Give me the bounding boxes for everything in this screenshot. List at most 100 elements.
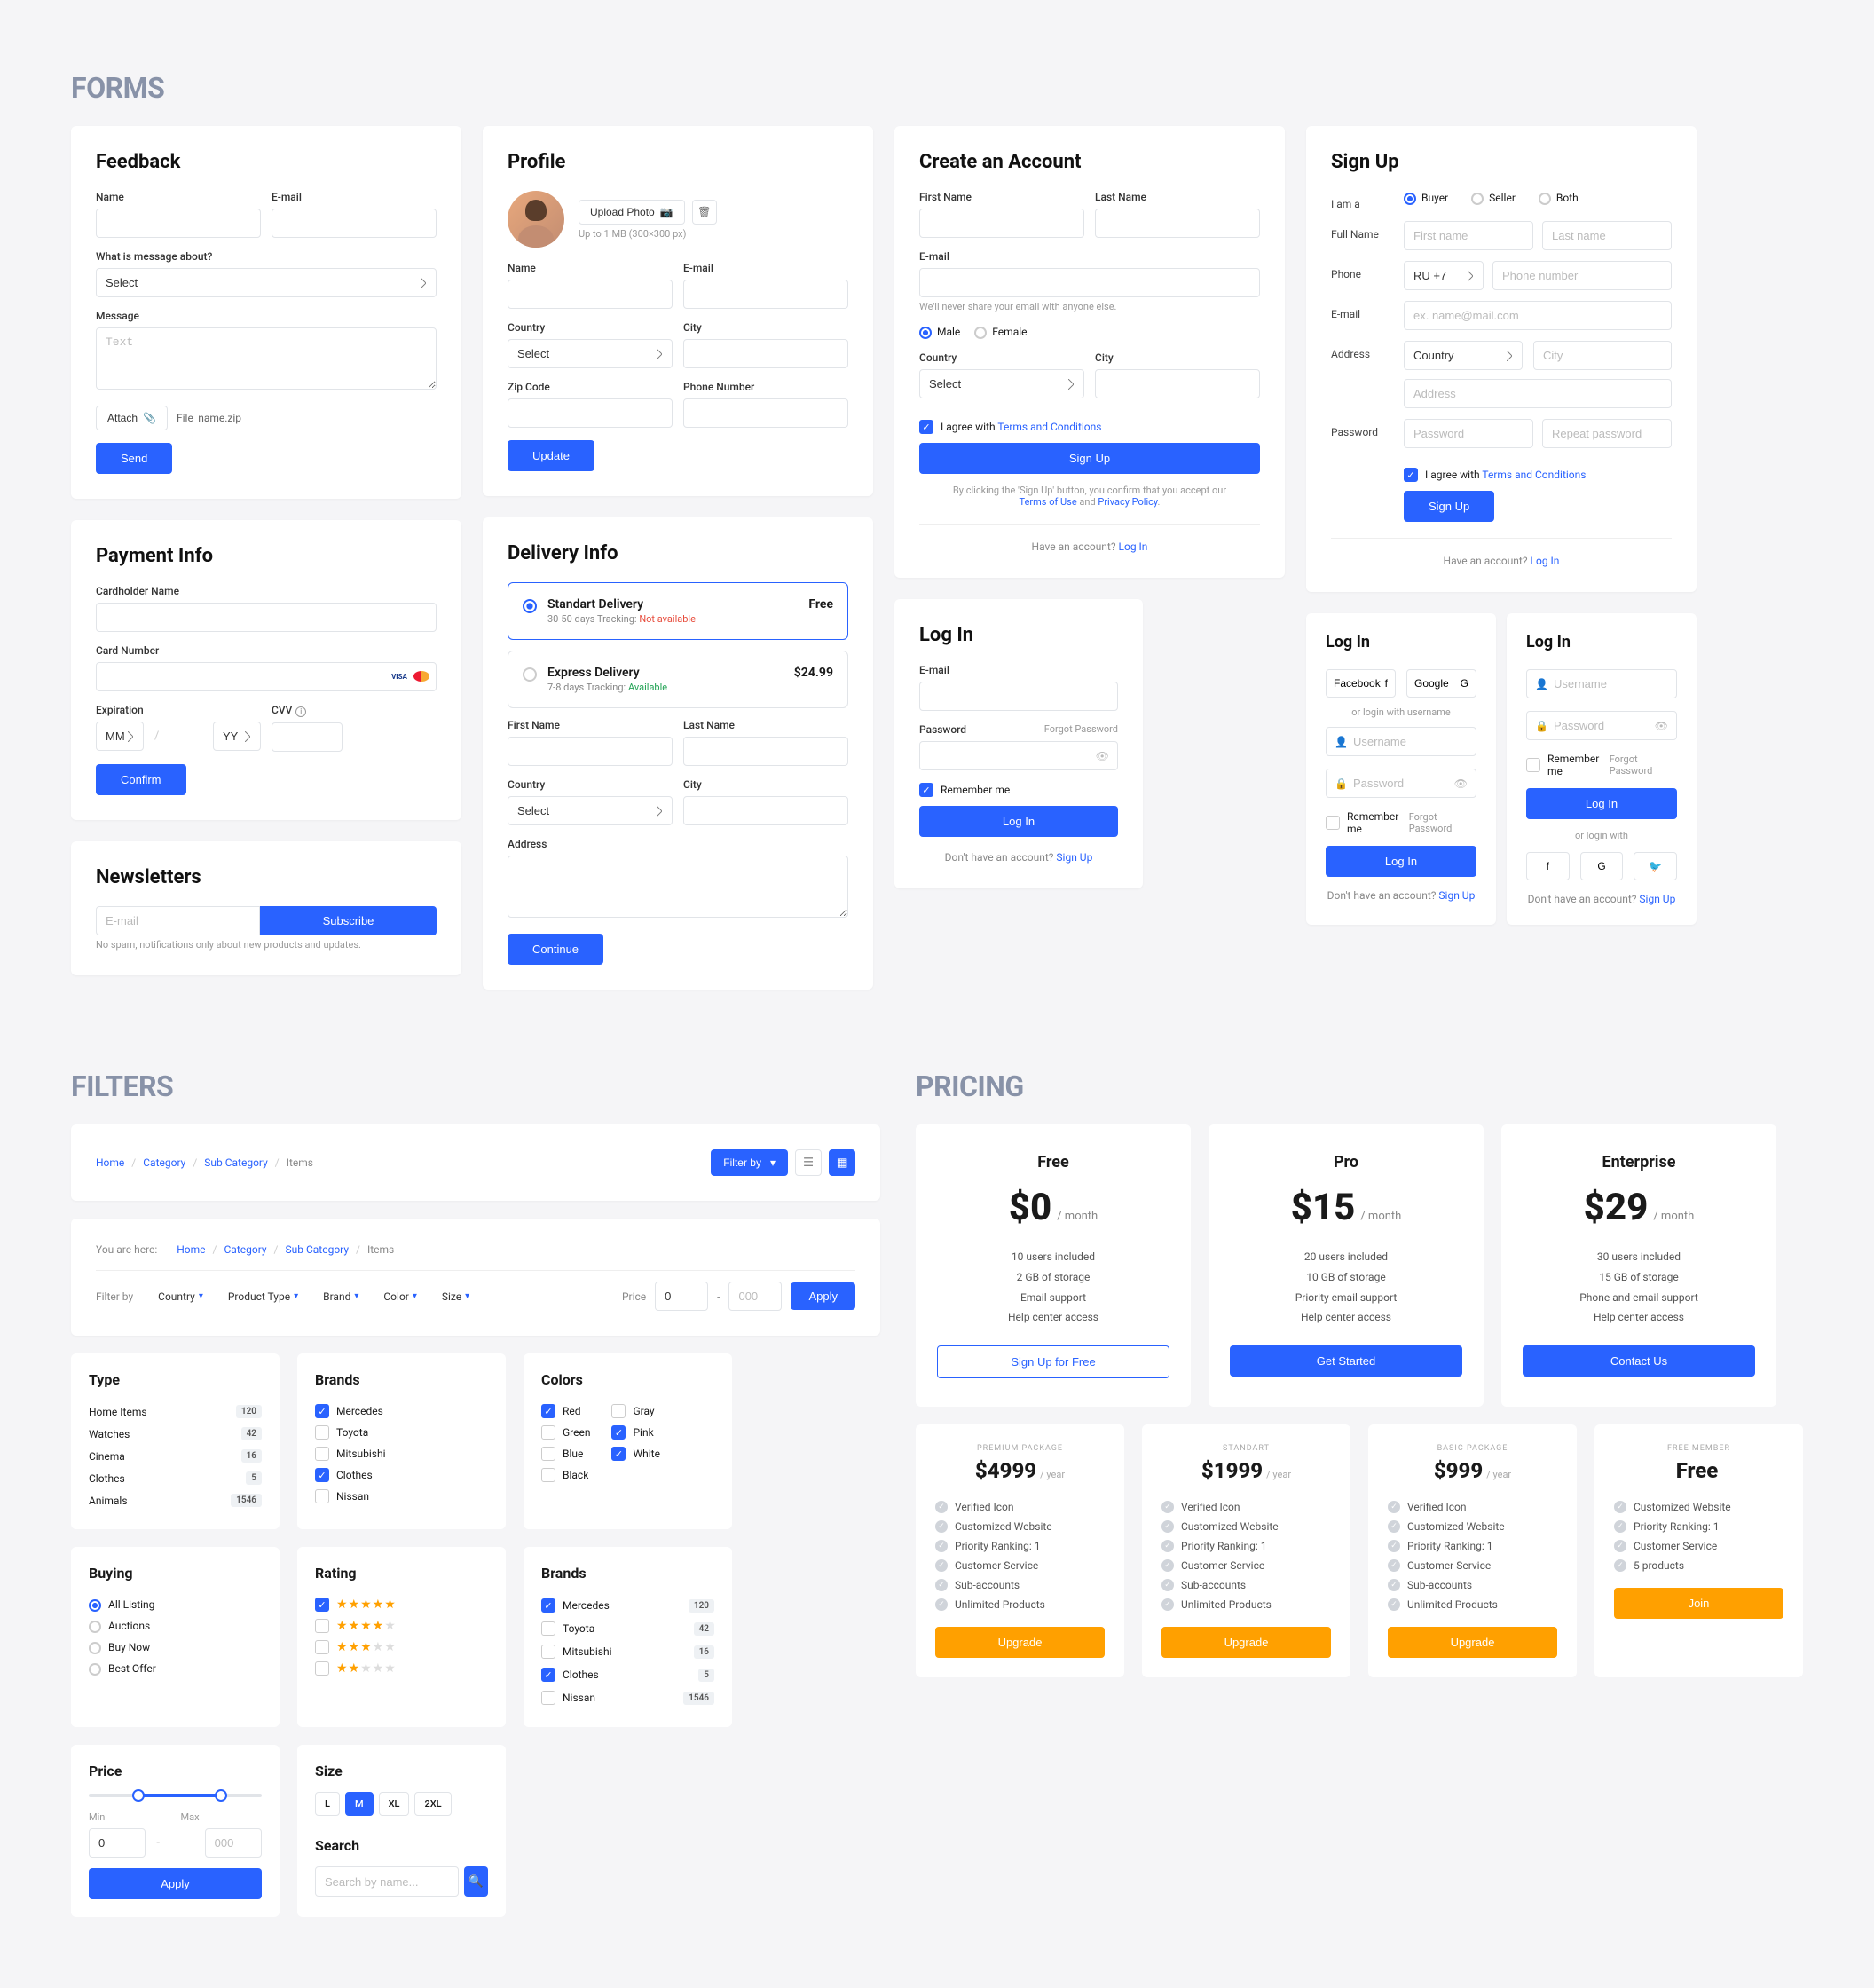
a-email-input[interactable] xyxy=(919,268,1260,297)
role-seller[interactable]: Seller xyxy=(1471,191,1516,205)
brand-option[interactable]: Clothes xyxy=(315,1464,488,1486)
su-city-input[interactable] xyxy=(1533,341,1672,370)
pmax-input[interactable] xyxy=(205,1828,262,1858)
a-lname-input[interactable] xyxy=(1095,209,1260,238)
color-option[interactable]: Pink xyxy=(611,1422,659,1443)
price-apply-button[interactable]: Apply xyxy=(89,1868,262,1899)
buying-option[interactable]: Best Offer xyxy=(89,1658,262,1679)
type-row[interactable]: Animals1546 xyxy=(89,1489,262,1511)
color-option[interactable]: Green xyxy=(541,1422,590,1443)
email-input[interactable] xyxy=(272,209,437,238)
color-option[interactable]: Black xyxy=(541,1464,590,1486)
plan-cta-button[interactable]: Join xyxy=(1614,1588,1783,1619)
color-option[interactable]: Red xyxy=(541,1400,590,1422)
type-row[interactable]: Cinema16 xyxy=(89,1445,262,1467)
d-city-input[interactable] xyxy=(683,796,848,825)
gg-login-button[interactable]: GoogleG xyxy=(1406,669,1476,698)
message-textarea[interactable] xyxy=(96,327,437,390)
cardholder-input[interactable] xyxy=(96,603,437,632)
eye-icon[interactable]: 👁 xyxy=(1655,720,1668,732)
search-input[interactable] xyxy=(315,1866,459,1897)
su-pw-input[interactable] xyxy=(1404,419,1533,448)
tou-link[interactable]: Terms of Use xyxy=(1020,496,1077,508)
role-both[interactable]: Both xyxy=(1539,191,1579,205)
buying-option[interactable]: All Listing xyxy=(89,1594,262,1615)
plan-cta-button[interactable]: Upgrade xyxy=(1388,1627,1557,1658)
eye-icon[interactable]: 👁 xyxy=(1454,777,1468,790)
brand2-option[interactable]: Mercedes120 xyxy=(541,1594,714,1617)
color-option[interactable]: Blue xyxy=(541,1443,590,1464)
p-phone-input[interactable] xyxy=(683,398,848,428)
p-zip-input[interactable] xyxy=(508,398,673,428)
gender-female[interactable]: Female xyxy=(974,325,1027,339)
l2-signup-link[interactable]: Sign Up xyxy=(1438,889,1475,902)
delivery-standard-option[interactable]: Standart Delivery30-50 days Tracking: No… xyxy=(508,582,848,640)
type-row[interactable]: Home Items120 xyxy=(89,1400,262,1423)
dd-brand[interactable]: Brand xyxy=(323,1290,358,1303)
filterby-button[interactable]: Filter by▾ xyxy=(711,1149,788,1176)
about-select[interactable]: Select xyxy=(96,268,437,297)
size-chip[interactable]: XL xyxy=(379,1792,410,1816)
l1-remember[interactable]: Remember me xyxy=(919,783,1118,797)
phone-input[interactable] xyxy=(1492,261,1672,290)
confirm-button[interactable]: Confirm xyxy=(96,764,186,795)
a-country-select[interactable]: Select xyxy=(919,369,1084,398)
price-max-input[interactable] xyxy=(728,1282,782,1311)
su-rpw-input[interactable] xyxy=(1542,419,1672,448)
dd-color[interactable]: Color xyxy=(383,1290,417,1303)
l2-remember[interactable]: Remember me xyxy=(1326,810,1409,835)
su-addr-input[interactable] xyxy=(1404,379,1672,408)
cardnum-input[interactable] xyxy=(96,662,437,691)
p-country-select[interactable]: Select xyxy=(508,339,673,368)
buying-option[interactable]: Auctions xyxy=(89,1615,262,1637)
gender-male[interactable]: Male xyxy=(919,325,960,339)
info-icon[interactable]: i xyxy=(295,706,306,717)
a-fname-input[interactable] xyxy=(919,209,1084,238)
p-city-input[interactable] xyxy=(683,339,848,368)
brand-option[interactable]: Nissan xyxy=(315,1486,488,1507)
su-fn-input[interactable] xyxy=(1404,221,1533,250)
terms-checkbox-row[interactable]: I agree with Terms and Conditions xyxy=(919,420,1260,434)
login-link[interactable]: Log In xyxy=(1119,540,1148,553)
su-signup-button[interactable]: Sign Up xyxy=(1404,491,1494,522)
bc-category[interactable]: Category xyxy=(143,1156,185,1169)
plan-cta-button[interactable]: Contact Us xyxy=(1523,1345,1755,1377)
l1-email-input[interactable] xyxy=(919,682,1118,711)
price-min-input[interactable] xyxy=(655,1282,708,1311)
su-country-select[interactable]: Country xyxy=(1404,341,1523,370)
rating-3[interactable]: ★★★★★ xyxy=(315,1637,488,1658)
size-chip[interactable]: 2XL xyxy=(414,1792,451,1816)
bc2-cat[interactable]: Category xyxy=(224,1243,266,1256)
su-email-input[interactable] xyxy=(1404,301,1672,330)
pmin-input[interactable] xyxy=(89,1828,146,1858)
attach-button[interactable]: Attach📎 xyxy=(96,406,168,430)
brand2-option[interactable]: Mitsubishi16 xyxy=(541,1640,714,1663)
a-city-input[interactable] xyxy=(1095,369,1260,398)
type-row[interactable]: Watches42 xyxy=(89,1423,262,1445)
price-slider[interactable] xyxy=(89,1794,262,1797)
plan-cta-button[interactable]: Upgrade xyxy=(935,1627,1105,1658)
l1-forgot-link[interactable]: Forgot Password xyxy=(1044,723,1118,741)
search-button[interactable]: 🔍 xyxy=(464,1866,488,1897)
l2-login-button[interactable]: Log In xyxy=(1326,846,1476,877)
plan-cta-button[interactable]: Upgrade xyxy=(1161,1627,1331,1658)
type-row[interactable]: Clothes5 xyxy=(89,1467,262,1489)
eye-icon[interactable]: 👁 xyxy=(1096,750,1109,762)
l1-signup-link[interactable]: Sign Up xyxy=(1056,851,1092,864)
gg-icon-button[interactable]: G xyxy=(1580,852,1624,880)
size-chip[interactable]: L xyxy=(315,1792,340,1816)
phone-code-select[interactable]: RU +7 xyxy=(1404,261,1484,290)
pp-link[interactable]: Privacy Policy xyxy=(1098,496,1157,508)
dd-country[interactable]: Country xyxy=(158,1290,203,1303)
l1-login-button[interactable]: Log In xyxy=(919,806,1118,837)
name-input[interactable] xyxy=(96,209,261,238)
fb-icon-button[interactable]: f xyxy=(1526,852,1570,880)
exp-yy-select[interactable]: YY xyxy=(213,722,261,751)
brand2-option[interactable]: Nissan1546 xyxy=(541,1686,714,1709)
su-terms-check[interactable]: I agree with Terms and Conditions xyxy=(1404,468,1672,482)
d-address-textarea[interactable] xyxy=(508,856,848,918)
signup-button[interactable]: Sign Up xyxy=(919,443,1260,474)
exp-mm-select[interactable]: MM xyxy=(96,722,144,751)
l3-remember[interactable]: Remember me xyxy=(1526,753,1610,777)
l2-forgot-link[interactable]: Forgot Password xyxy=(1409,811,1476,834)
